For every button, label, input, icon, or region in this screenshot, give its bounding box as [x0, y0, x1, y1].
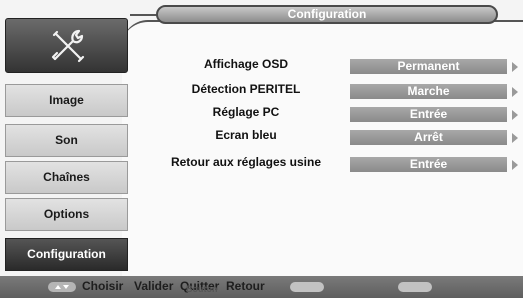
nav-key-icon	[48, 282, 76, 292]
setting-value[interactable]: Arrêt	[350, 130, 507, 145]
setting-row-factory-reset[interactable]: Retour aux réglages usine Entrée	[0, 154, 523, 174]
sidebar-item-options[interactable]: Options	[5, 198, 128, 231]
page-title: Configuration	[156, 5, 498, 24]
hint-overlay: Bouton	[186, 284, 218, 294]
setting-label: Affichage OSD	[203, 57, 288, 71]
setting-label: Détection PERITEL	[191, 82, 301, 96]
sidebar-item-configuration[interactable]: Configuration	[5, 238, 128, 271]
setting-label: Ecran bleu	[215, 128, 277, 142]
setting-row-peritel[interactable]: Détection PERITEL Marche	[0, 81, 523, 101]
setting-row-pc[interactable]: Réglage PC Entrée	[0, 104, 523, 124]
setting-value[interactable]: Marche	[350, 84, 507, 99]
hint-validate: Valider	[134, 279, 174, 293]
title-connector	[130, 14, 158, 16]
up-down-arrows-icon	[55, 285, 69, 289]
arrow-right-icon	[512, 160, 518, 170]
hint-choose: Choisir	[82, 279, 124, 293]
osd-configuration-screen: Configuration Image Son Chaînes Options	[0, 0, 523, 298]
arrow-right-icon	[512, 62, 518, 72]
setting-value[interactable]: Entrée	[350, 107, 507, 122]
setting-value[interactable]: Entrée	[350, 157, 507, 172]
color-key-icon	[290, 282, 324, 292]
bottom-hint-bar: Choisir Valider Quitter Bouton Retour	[0, 276, 523, 298]
setting-value[interactable]: Permanent	[350, 59, 507, 74]
arrow-right-icon	[512, 87, 518, 97]
setting-label: Réglage PC	[212, 105, 280, 119]
arrow-right-icon	[512, 110, 518, 120]
arrow-right-icon	[512, 133, 518, 143]
setting-label: Retour aux réglages usine	[170, 155, 322, 169]
setting-row-blue-screen[interactable]: Ecran bleu Arrêt	[0, 127, 523, 147]
hint-back: Retour	[226, 279, 265, 293]
setting-row-osd[interactable]: Affichage OSD Permanent	[0, 56, 523, 76]
color-key-icon	[398, 282, 432, 292]
